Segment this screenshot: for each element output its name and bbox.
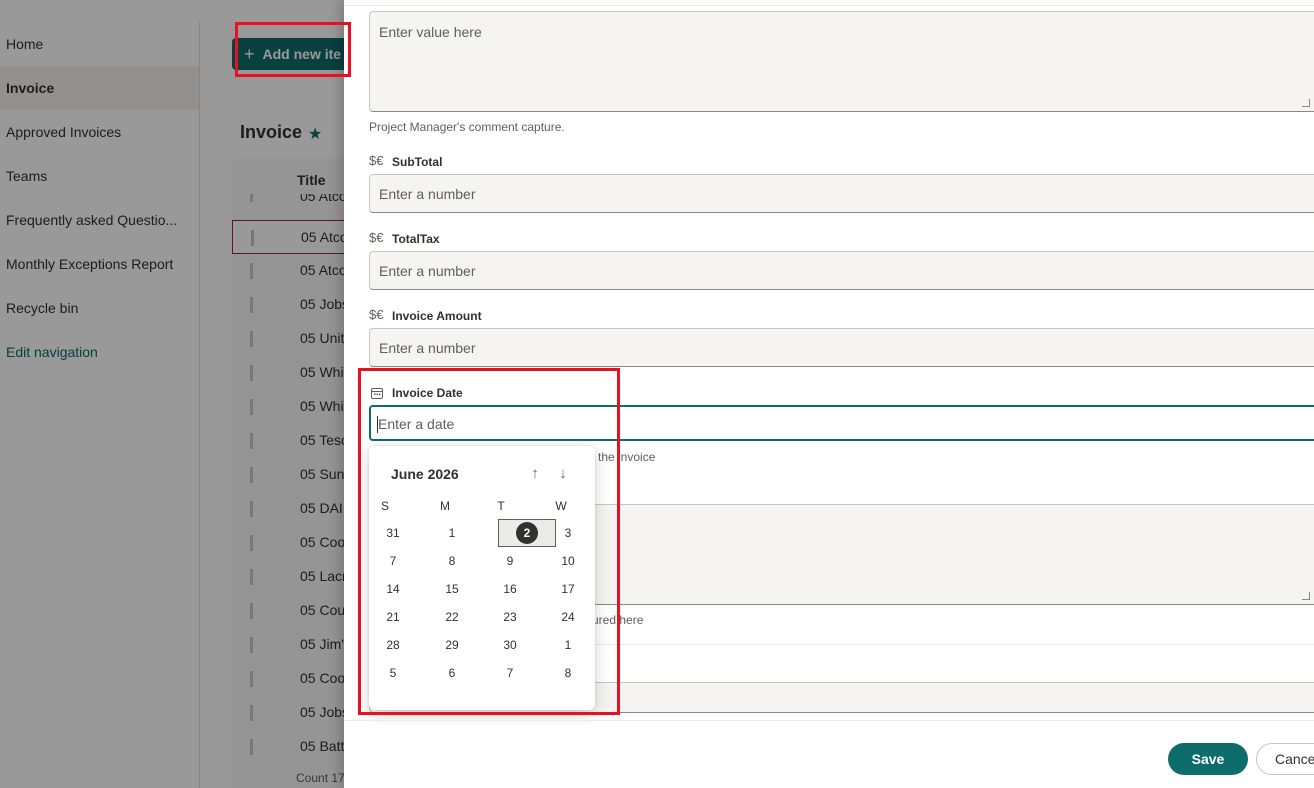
- date-picker-calendar: June 2026 ↑ ↓ S M T W 31 1 2 3 7 8 9 10 14 15 16 17…: [369, 446, 595, 710]
- invoice-amount-input[interactable]: Enter a number: [369, 328, 1314, 367]
- calendar-day[interactable]: 29: [423, 631, 481, 659]
- calendar-day[interactable]: 28: [364, 631, 422, 659]
- calendar-day[interactable]: 17: [539, 575, 597, 603]
- calendar-day[interactable]: 7: [364, 547, 422, 575]
- invoice-date-placeholder: Enter a date: [378, 416, 455, 432]
- weekday-header: S: [380, 499, 389, 513]
- subtotal-placeholder: Enter a number: [379, 186, 476, 202]
- modal-overlay[interactable]: [0, 0, 344, 788]
- calendar-icon: [371, 386, 383, 404]
- calendar-day[interactable]: 24: [539, 603, 597, 631]
- calendar-day[interactable]: 15: [423, 575, 481, 603]
- resize-handle[interactable]: [1302, 592, 1310, 600]
- save-button[interactable]: Save: [1168, 743, 1248, 775]
- calendar-day[interactable]: 8: [423, 547, 481, 575]
- calendar-day[interactable]: 8: [539, 659, 597, 687]
- calendar-day[interactable]: 5: [364, 659, 422, 687]
- totaltax-input[interactable]: Enter a number: [369, 251, 1314, 290]
- invoice-date-label: Invoice Date: [392, 386, 463, 400]
- subtotal-input[interactable]: Enter a number: [369, 174, 1314, 213]
- invoice-amount-placeholder: Enter a number: [379, 340, 476, 356]
- invoice-amount-label: Invoice Amount: [392, 309, 482, 323]
- cancel-button[interactable]: Cance: [1256, 743, 1314, 775]
- totaltax-label: TotalTax: [392, 232, 440, 246]
- calendar-day[interactable]: 22: [423, 603, 481, 631]
- panel-divider: [344, 5, 1314, 6]
- weekday-header: M: [440, 499, 450, 513]
- calendar-day[interactable]: 1: [423, 519, 481, 547]
- calendar-day[interactable]: 3: [539, 519, 597, 547]
- new-item-form-panel: Enter value here Project Manager's comme…: [344, 0, 1314, 788]
- resize-handle[interactable]: [1302, 99, 1310, 107]
- currency-icon: $€: [369, 307, 384, 322]
- calendar-day[interactable]: 31: [364, 519, 422, 547]
- invoice-date-help: the invoice: [598, 450, 656, 464]
- invoice-date-input[interactable]: Enter a date: [369, 405, 1314, 441]
- calendar-day[interactable]: 1: [539, 631, 597, 659]
- calendar-day[interactable]: 9: [481, 547, 539, 575]
- calendar-month-label[interactable]: June 2026: [391, 466, 459, 482]
- previous-month-arrow-icon[interactable]: ↑: [525, 464, 545, 484]
- pm-comment-placeholder: Enter value here: [379, 24, 482, 40]
- calendar-day[interactable]: 7: [481, 659, 539, 687]
- weekday-header: W: [555, 499, 567, 513]
- subtotal-label: SubTotal: [392, 155, 443, 169]
- calendar-day[interactable]: 21: [364, 603, 422, 631]
- calendar-day[interactable]: 16: [481, 575, 539, 603]
- notes-help: ured here: [592, 613, 644, 627]
- currency-icon: $€: [369, 153, 384, 168]
- weekday-header: T: [497, 499, 505, 513]
- pm-comment-help: Project Manager's comment capture.: [369, 120, 565, 134]
- currency-icon: $€: [369, 230, 384, 245]
- next-month-arrow-icon[interactable]: ↓: [553, 464, 573, 484]
- calendar-day[interactable]: 30: [481, 631, 539, 659]
- today-marker: 2: [516, 522, 538, 544]
- pm-comment-textarea[interactable]: Enter value here: [369, 11, 1314, 112]
- calendar-day[interactable]: 14: [364, 575, 422, 603]
- calendar-day[interactable]: 6: [423, 659, 481, 687]
- calendar-day[interactable]: 10: [539, 547, 597, 575]
- footer-divider: [344, 720, 1314, 721]
- totaltax-placeholder: Enter a number: [379, 263, 476, 279]
- calendar-day[interactable]: 23: [481, 603, 539, 631]
